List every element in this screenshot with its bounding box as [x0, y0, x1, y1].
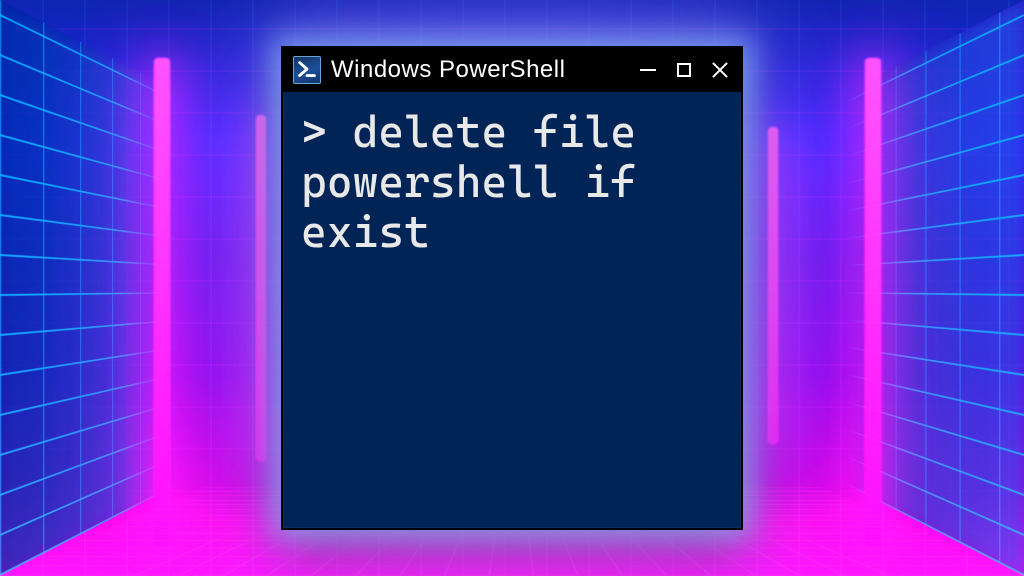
titlebar[interactable]: Windows PowerShell [283, 48, 741, 92]
window-controls [637, 59, 731, 81]
close-icon [712, 62, 728, 78]
minimize-icon [640, 69, 656, 71]
powershell-icon [293, 56, 321, 84]
command-text: delete file powershell if exist [301, 107, 662, 258]
window-title: Windows PowerShell [331, 56, 627, 84]
bg-floor-grid-vertical [0, 524, 1024, 576]
terminal-area[interactable]: > delete file powershell if exist [283, 92, 741, 528]
maximize-icon [677, 63, 691, 77]
prompt-symbol: > [301, 107, 353, 158]
close-button[interactable] [709, 59, 731, 81]
minimize-button[interactable] [637, 59, 659, 81]
maximize-button[interactable] [673, 59, 695, 81]
powershell-window: Windows PowerShell > delete file powersh… [281, 46, 743, 530]
